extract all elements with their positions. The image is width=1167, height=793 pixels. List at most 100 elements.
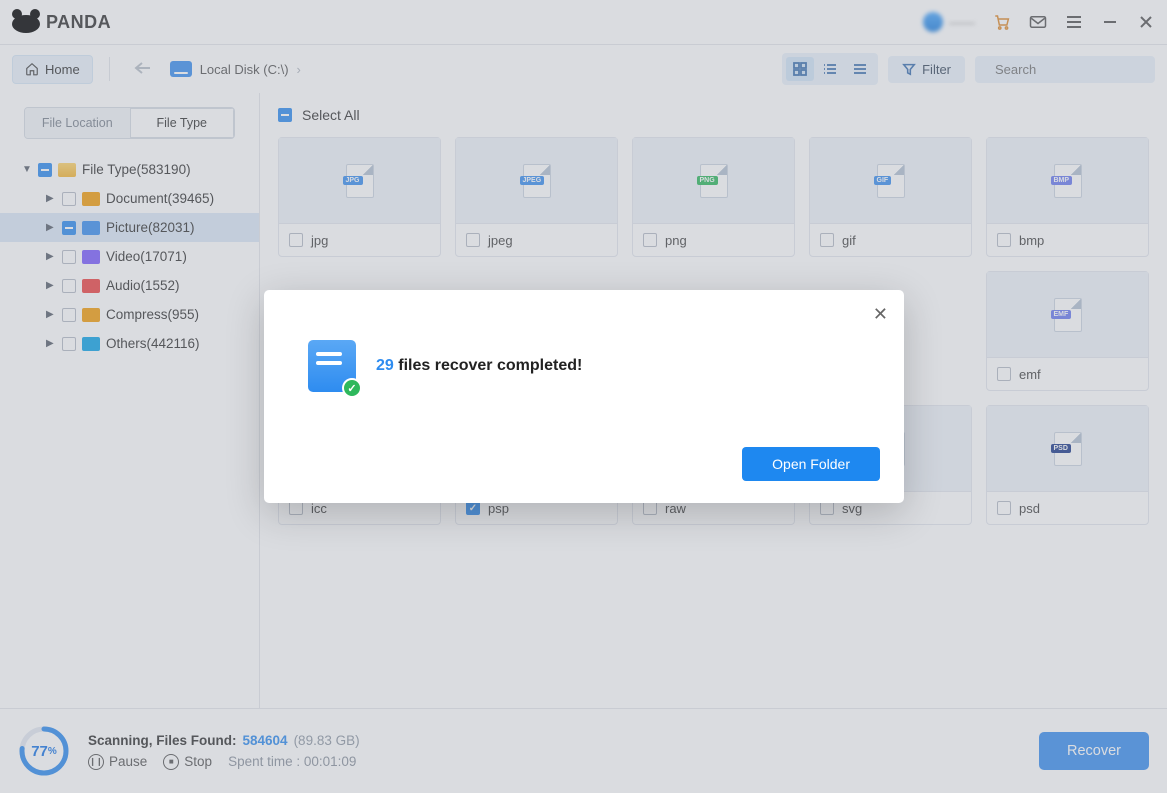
checkbox[interactable] [820, 233, 834, 247]
minimize-icon[interactable] [1101, 13, 1119, 31]
home-button[interactable]: Home [12, 55, 93, 84]
checkbox[interactable] [38, 163, 52, 177]
file-type-label: png [665, 233, 687, 248]
file-type-label: jpeg [488, 233, 513, 248]
caret-down-icon: ▼ [22, 164, 32, 175]
file-icon: BMP [1054, 164, 1082, 198]
grid-view-button[interactable] [786, 57, 814, 81]
tree-label: Compress(955) [106, 307, 199, 322]
file-type-label: jpg [311, 233, 328, 248]
file-icon: PNG [700, 164, 728, 198]
checkbox[interactable] [62, 308, 76, 322]
picture-icon [82, 221, 100, 235]
pause-button[interactable]: ❙❙Pause [88, 754, 147, 770]
checkbox[interactable] [997, 367, 1011, 381]
close-icon[interactable] [1137, 13, 1155, 31]
tree-root[interactable]: ▼ File Type(583190) [0, 155, 259, 184]
tree-item-video[interactable]: ▶ Video(17071) [0, 242, 259, 271]
checkbox[interactable] [62, 250, 76, 264]
tree-item-compress[interactable]: ▶ Compress(955) [0, 300, 259, 329]
location-label: Local Disk (C:\) [200, 62, 289, 77]
home-label: Home [45, 62, 80, 77]
dialog-close-button[interactable]: ✕ [873, 304, 888, 325]
menu-icon[interactable] [1065, 13, 1083, 31]
file-type-label: emf [1019, 367, 1041, 382]
file-icon: JPG [346, 164, 374, 198]
search-box[interactable] [975, 56, 1155, 83]
back-button[interactable] [126, 61, 160, 78]
grid-cell[interactable]: BMP bmp [986, 137, 1149, 257]
grid-cell[interactable]: JPEG jpeg [455, 137, 618, 257]
file-thumbnail: BMP [987, 138, 1148, 224]
user-chip[interactable]: —— [923, 12, 975, 32]
sidebar: File Location File Type ▼ File Type(5831… [0, 93, 260, 708]
file-type-label: gif [842, 233, 856, 248]
title-bar: PANDA —— [0, 0, 1167, 45]
toolbar: Home Local Disk (C:\) › Filter [0, 45, 1167, 93]
checkbox[interactable] [997, 233, 1011, 247]
others-icon [82, 337, 100, 351]
document-success-icon: ✓ [308, 340, 356, 392]
caret-right-icon: ▶ [46, 222, 56, 233]
grid-cell[interactable]: JPG jpg [278, 137, 441, 257]
list-view-button[interactable] [846, 57, 874, 81]
grid-cell[interactable]: PNG png [632, 137, 795, 257]
checkbox[interactable] [643, 233, 657, 247]
search-input[interactable] [995, 62, 1167, 77]
cart-icon[interactable] [993, 13, 1011, 31]
tree-item-picture[interactable]: ▶ Picture(82031) [0, 213, 259, 242]
stop-button[interactable]: ■Stop [163, 754, 212, 770]
tree-label: Document(39465) [106, 191, 214, 206]
file-icon: PSD [1054, 432, 1082, 466]
checkbox[interactable] [62, 337, 76, 351]
footer-bar: 77% Scanning, Files Found: 584604 (89.83… [0, 708, 1167, 793]
checkbox[interactable] [466, 501, 480, 515]
checkbox[interactable] [997, 501, 1011, 515]
tree-item-audio[interactable]: ▶ Audio(1552) [0, 271, 259, 300]
checkbox[interactable] [62, 221, 76, 235]
checkbox[interactable] [278, 108, 292, 122]
checkbox[interactable] [62, 279, 76, 293]
tab-file-location[interactable]: File Location [25, 108, 130, 138]
checkbox[interactable] [643, 501, 657, 515]
tree-item-others[interactable]: ▶ Others(442116) [0, 329, 259, 358]
grid-cell[interactable]: PSD psd [986, 405, 1149, 525]
tab-file-type[interactable]: File Type [130, 108, 235, 138]
select-all-label: Select All [302, 107, 360, 123]
open-folder-button[interactable]: Open Folder [742, 447, 880, 481]
detail-view-button[interactable] [816, 57, 844, 81]
caret-right-icon: ▶ [46, 309, 56, 320]
file-icon: EMF [1054, 298, 1082, 332]
view-mode-group [782, 53, 878, 85]
select-all-row[interactable]: Select All [278, 107, 1149, 123]
file-type-label: bmp [1019, 233, 1044, 248]
checkbox[interactable] [289, 501, 303, 515]
caret-right-icon: ▶ [46, 280, 56, 291]
tree-label: Others(442116) [106, 336, 200, 351]
file-type-label: psd [1019, 501, 1040, 516]
dialog-message: 29 files recover completed! [376, 357, 582, 375]
pause-icon: ❙❙ [88, 754, 104, 770]
checkbox[interactable] [62, 192, 76, 206]
document-icon [82, 192, 100, 206]
recovered-count: 29 [376, 357, 394, 374]
caret-right-icon: ▶ [46, 338, 56, 349]
recovery-complete-dialog: ✕ ✓ 29 files recover completed! Open Fol… [264, 290, 904, 503]
grid-cell[interactable]: EMF emf [986, 271, 1149, 391]
grid-cell[interactable]: GIF gif [809, 137, 972, 257]
checkbox[interactable] [820, 501, 834, 515]
recovered-message: files recover completed! [398, 357, 582, 374]
tree-label: Video(17071) [106, 249, 187, 264]
tree-label: Picture(82031) [106, 220, 195, 235]
tree-item-document[interactable]: ▶ Document(39465) [0, 184, 259, 213]
filter-label: Filter [922, 62, 951, 77]
file-thumbnail: EMF [987, 272, 1148, 358]
recover-button[interactable]: Recover [1039, 732, 1149, 770]
file-thumbnail: JPEG [456, 138, 617, 224]
breadcrumb[interactable]: Local Disk (C:\) › [170, 61, 301, 77]
filter-button[interactable]: Filter [888, 56, 965, 83]
checkbox[interactable] [466, 233, 480, 247]
checkbox[interactable] [289, 233, 303, 247]
progress-value: 77 [31, 743, 48, 760]
mail-icon[interactable] [1029, 13, 1047, 31]
